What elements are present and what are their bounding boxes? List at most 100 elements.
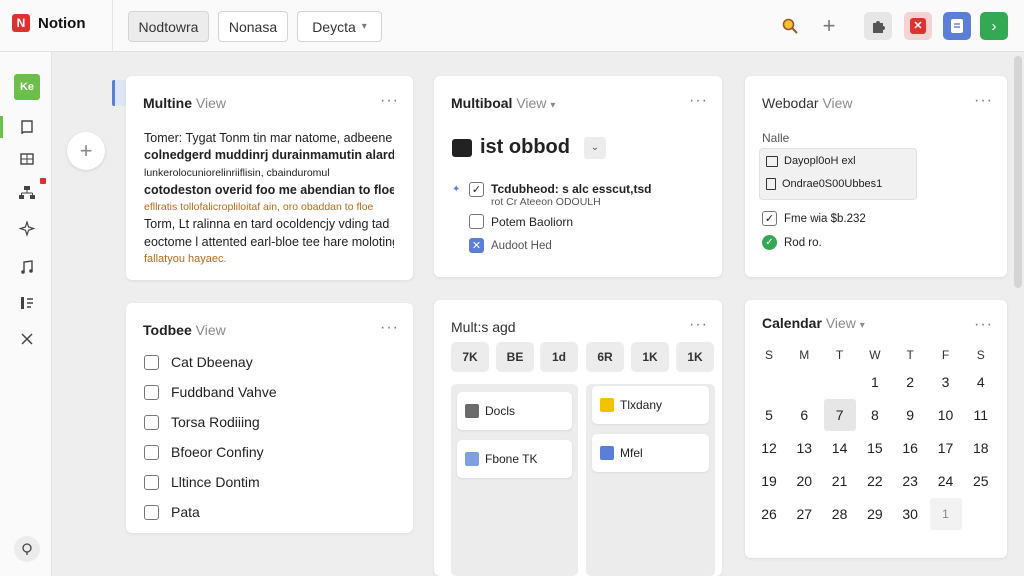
calendar-day[interactable]: 16 bbox=[894, 432, 926, 464]
music-icon[interactable] bbox=[14, 254, 40, 280]
book-icon[interactable] bbox=[14, 114, 40, 140]
drag-handle-icon[interactable]: ✦ bbox=[452, 184, 460, 195]
tag-chip[interactable]: 7K bbox=[451, 342, 489, 372]
calendar-day[interactable]: 27 bbox=[788, 498, 820, 530]
toolbar-button-2[interactable]: Nonasa bbox=[218, 11, 288, 42]
calendar-day[interactable]: 24 bbox=[930, 465, 962, 497]
checkbox[interactable] bbox=[144, 444, 159, 460]
checkbox[interactable] bbox=[144, 354, 159, 370]
document-icon[interactable] bbox=[943, 12, 971, 40]
calendar-day[interactable]: 2 bbox=[894, 366, 926, 398]
board-item[interactable]: ✓ Tcdubheod: s alc esscut,tsd rot Cr Ate… bbox=[469, 182, 651, 208]
more-icon[interactable]: ··· bbox=[689, 92, 708, 110]
calendar-day[interactable]: 28 bbox=[824, 498, 856, 530]
file-icon bbox=[766, 178, 776, 190]
calendar-day[interactable]: 23 bbox=[894, 465, 926, 497]
calendar-day[interactable]: 18 bbox=[965, 432, 997, 464]
more-icon[interactable]: ··· bbox=[380, 319, 399, 337]
sparkle-icon[interactable] bbox=[14, 216, 40, 242]
help-icon[interactable] bbox=[14, 536, 40, 562]
checkbox[interactable] bbox=[144, 384, 159, 400]
calendar-day[interactable]: 21 bbox=[824, 465, 856, 497]
org-chart-icon[interactable] bbox=[14, 178, 46, 206]
more-icon[interactable]: ··· bbox=[974, 92, 993, 110]
calendar-day[interactable]: 1 bbox=[929, 498, 962, 530]
tag-chip[interactable]: 1K bbox=[676, 342, 714, 372]
chevron-down-icon[interactable]: ▾ bbox=[860, 320, 865, 331]
kanban-card-item[interactable]: Tlxdany bbox=[592, 386, 709, 424]
puzzle-icon[interactable] bbox=[864, 12, 892, 40]
todo-item[interactable]: Pata bbox=[144, 504, 200, 520]
close-icon[interactable] bbox=[14, 326, 40, 352]
calendar-day[interactable]: 14 bbox=[824, 432, 856, 464]
table-icon[interactable] bbox=[14, 146, 40, 172]
file-item[interactable]: Ondrae0S00Ubbes1 bbox=[766, 178, 882, 190]
calendar-day[interactable]: 11 bbox=[965, 399, 997, 431]
kanban-card-item[interactable]: Docls bbox=[457, 392, 572, 430]
kanban-column: Docls Fbone TK bbox=[451, 384, 578, 576]
close-icon[interactable]: ✕ bbox=[904, 12, 932, 40]
calendar-day[interactable]: 5 bbox=[753, 399, 785, 431]
calendar-day[interactable]: 12 bbox=[753, 432, 785, 464]
more-icon[interactable]: ··· bbox=[689, 316, 708, 334]
more-icon[interactable]: ··· bbox=[974, 316, 993, 334]
board-item[interactable]: ✕ Audoot Hed bbox=[469, 238, 552, 253]
calendar-day[interactable]: 4 bbox=[965, 366, 997, 398]
calendar-day[interactable]: 22 bbox=[859, 465, 891, 497]
kanban-card-item[interactable]: Fbone TK bbox=[457, 440, 572, 478]
checkbox[interactable] bbox=[469, 214, 484, 229]
tag-chip[interactable]: 6R bbox=[586, 342, 624, 372]
toolbar-dropdown[interactable]: Deycta ▾ bbox=[297, 11, 382, 42]
calendar-day[interactable]: 20 bbox=[788, 465, 820, 497]
calendar-day[interactable]: 1 bbox=[859, 366, 891, 398]
calendar-day[interactable]: 17 bbox=[930, 432, 962, 464]
checkbox-checked[interactable]: ✓ bbox=[762, 211, 777, 226]
calendar-day[interactable]: 3 bbox=[930, 366, 962, 398]
calendar-day[interactable]: 30 bbox=[894, 498, 926, 530]
checkbox[interactable] bbox=[144, 504, 159, 520]
checkbox[interactable] bbox=[144, 414, 159, 430]
calendar-day[interactable]: 25 bbox=[965, 465, 997, 497]
tag-chip[interactable]: 1K bbox=[631, 342, 669, 372]
calendar-day[interactable]: 19 bbox=[753, 465, 785, 497]
scrollbar[interactable] bbox=[1014, 56, 1022, 288]
tag-chip[interactable]: BE bbox=[496, 342, 534, 372]
chevron-down-icon[interactable]: ▾ bbox=[550, 100, 555, 111]
todo-item[interactable]: Torsa Rodiiing bbox=[144, 414, 260, 430]
search-icon[interactable] bbox=[776, 12, 804, 40]
checkbox[interactable] bbox=[144, 474, 159, 490]
board-item[interactable]: Potem Baoliorn bbox=[469, 214, 573, 229]
calendar-day[interactable]: 26 bbox=[753, 498, 785, 530]
calendar-day[interactable]: 8 bbox=[859, 399, 891, 431]
toolbar-button-1[interactable]: Nodtowra bbox=[128, 11, 209, 42]
arrow-right-icon[interactable]: › bbox=[980, 12, 1008, 40]
app-brand[interactable]: N Notion bbox=[12, 14, 85, 32]
checkbox-checked[interactable]: ✓ bbox=[469, 182, 484, 197]
calendar-day[interactable]: 6 bbox=[788, 399, 820, 431]
calendar-day[interactable]: 7 bbox=[823, 399, 856, 431]
add-block-button[interactable]: + bbox=[67, 132, 105, 170]
todo-item[interactable]: Fuddband Vahve bbox=[144, 384, 277, 400]
top-bar: N Notion Nodtowra Nonasa Deycta ▾ + ✕ › bbox=[0, 0, 1024, 52]
todo-item[interactable]: Lltince Dontim bbox=[144, 474, 260, 490]
sidebar-badge[interactable]: Ke bbox=[14, 74, 40, 100]
chevron-down-icon[interactable]: ⌄ bbox=[583, 136, 606, 159]
check-item[interactable]: ✓ Rod ro. bbox=[762, 235, 822, 250]
calendar-day[interactable]: 9 bbox=[894, 399, 926, 431]
notification-dot bbox=[40, 178, 46, 184]
list-icon[interactable] bbox=[14, 290, 40, 316]
card-title: Webodar View bbox=[762, 95, 853, 111]
calendar-day[interactable]: 10 bbox=[930, 399, 962, 431]
plus-icon[interactable]: + bbox=[815, 12, 843, 40]
calendar-day[interactable]: 15 bbox=[859, 432, 891, 464]
todo-item[interactable]: Bfoeor Confiny bbox=[144, 444, 264, 460]
calendar-day[interactable]: 29 bbox=[859, 498, 891, 530]
check-item[interactable]: ✓ Fme wia $b.232 bbox=[762, 211, 866, 226]
checkbox-x[interactable]: ✕ bbox=[469, 238, 484, 253]
calendar-day[interactable]: 13 bbox=[788, 432, 820, 464]
kanban-card-item[interactable]: Mfel bbox=[592, 434, 709, 472]
tag-chip[interactable]: 1d bbox=[540, 342, 578, 372]
more-icon[interactable]: ··· bbox=[380, 92, 399, 110]
todo-item[interactable]: Cat Dbeenay bbox=[144, 354, 253, 370]
file-item[interactable]: Dayopl0oH exl bbox=[766, 155, 856, 167]
